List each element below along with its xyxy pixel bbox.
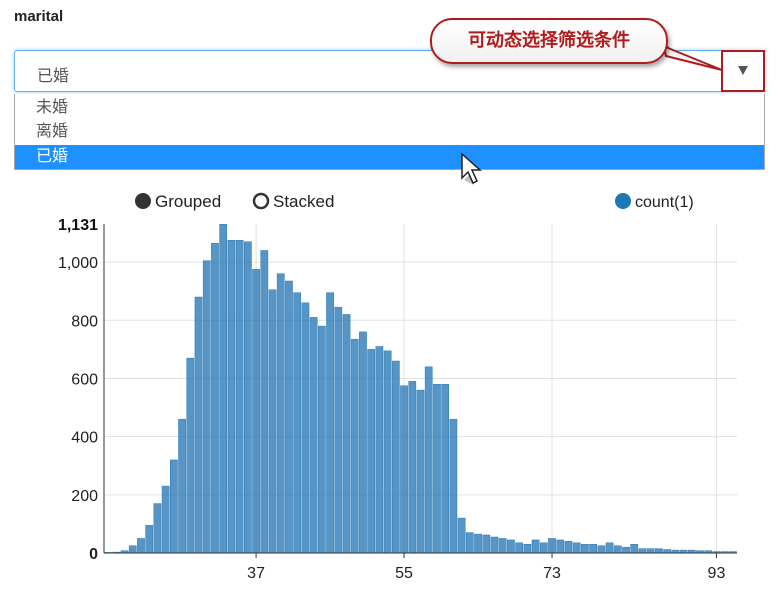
bar <box>170 459 178 554</box>
bar <box>359 331 367 554</box>
bar <box>605 542 614 554</box>
bar <box>153 503 162 554</box>
grouped-radio-icon[interactable] <box>135 193 151 209</box>
x-tick-label: 55 <box>395 565 413 582</box>
bar <box>416 389 425 554</box>
option-divorced[interactable]: 离婚 <box>15 120 764 144</box>
bar <box>597 545 606 554</box>
bar <box>227 240 236 554</box>
bar <box>309 317 318 554</box>
bar <box>326 292 334 554</box>
bar <box>630 544 639 554</box>
y-max-label: 1,131 <box>58 217 98 234</box>
legend-swatch[interactable] <box>615 193 631 209</box>
bar <box>244 241 252 554</box>
bar <box>523 544 532 554</box>
y-tick-label: 800 <box>71 313 98 330</box>
bar <box>128 545 137 554</box>
bar <box>433 384 441 554</box>
bar <box>202 260 211 554</box>
bar <box>178 418 186 554</box>
stacked-radio[interactable]: Stacked <box>252 192 334 211</box>
bar <box>375 346 384 554</box>
bar <box>441 384 450 554</box>
bar <box>449 418 458 554</box>
bar <box>276 273 285 554</box>
option-married[interactable]: 已婚 <box>15 145 764 169</box>
bar <box>663 549 671 554</box>
bar <box>219 224 228 554</box>
grouped-label[interactable]: Grouped <box>155 192 221 211</box>
stacked-label[interactable]: Stacked <box>273 192 334 211</box>
bar <box>515 542 524 554</box>
y-tick-label: 0 <box>89 546 98 563</box>
bar <box>235 240 244 554</box>
bar <box>342 314 351 554</box>
bar <box>194 296 203 554</box>
bar <box>137 538 145 554</box>
bar <box>655 548 663 554</box>
bar <box>145 525 154 554</box>
x-tick-label: 93 <box>708 565 726 582</box>
bar <box>285 280 293 554</box>
y-tick-label: 1,000 <box>58 255 98 272</box>
bar <box>581 544 589 554</box>
bar <box>367 349 376 554</box>
bar <box>539 542 548 554</box>
bar <box>186 357 195 554</box>
bar <box>293 292 302 554</box>
bar <box>252 269 260 554</box>
bar <box>572 542 581 554</box>
bar <box>301 302 310 554</box>
bar <box>482 534 491 554</box>
bar <box>548 538 556 554</box>
bar <box>383 350 392 554</box>
bar <box>638 548 647 554</box>
x-tick-label: 37 <box>247 565 265 582</box>
bar <box>531 539 540 554</box>
stacked-radio-icon[interactable] <box>252 192 270 210</box>
bar <box>490 536 499 554</box>
mouse-pointer-icon <box>461 152 482 185</box>
histogram-chart: 02004006008001,0001,13137 55 73 93 Grouped … <box>58 192 737 582</box>
bar <box>317 325 326 554</box>
bar <box>613 545 622 554</box>
bar <box>457 517 466 554</box>
bar <box>161 485 170 554</box>
bar <box>260 250 269 554</box>
bar <box>391 360 400 554</box>
bar <box>474 533 482 554</box>
bar <box>211 242 219 554</box>
bar <box>622 546 630 554</box>
x-tick-label: 73 <box>543 565 561 582</box>
bar <box>507 539 515 554</box>
annotation-callout: 可动态选择筛选条件 <box>430 18 668 64</box>
grouped-radio[interactable]: Grouped <box>135 192 221 211</box>
bar <box>400 385 408 554</box>
y-tick-label: 600 <box>71 371 98 388</box>
y-tick-label: 200 <box>71 488 98 505</box>
bar <box>424 366 433 554</box>
legend-label[interactable]: count(1) <box>635 194 694 211</box>
bar <box>350 338 359 554</box>
bar <box>564 541 573 554</box>
bar <box>556 539 565 554</box>
bars <box>104 224 737 554</box>
bar <box>646 548 655 554</box>
bar <box>498 538 507 554</box>
bar <box>268 289 277 554</box>
bar <box>408 381 417 554</box>
bar <box>334 306 343 554</box>
bar <box>589 544 597 554</box>
y-tick-label: 400 <box>71 430 98 447</box>
legend[interactable]: count(1) <box>615 193 694 211</box>
bar <box>465 532 474 554</box>
